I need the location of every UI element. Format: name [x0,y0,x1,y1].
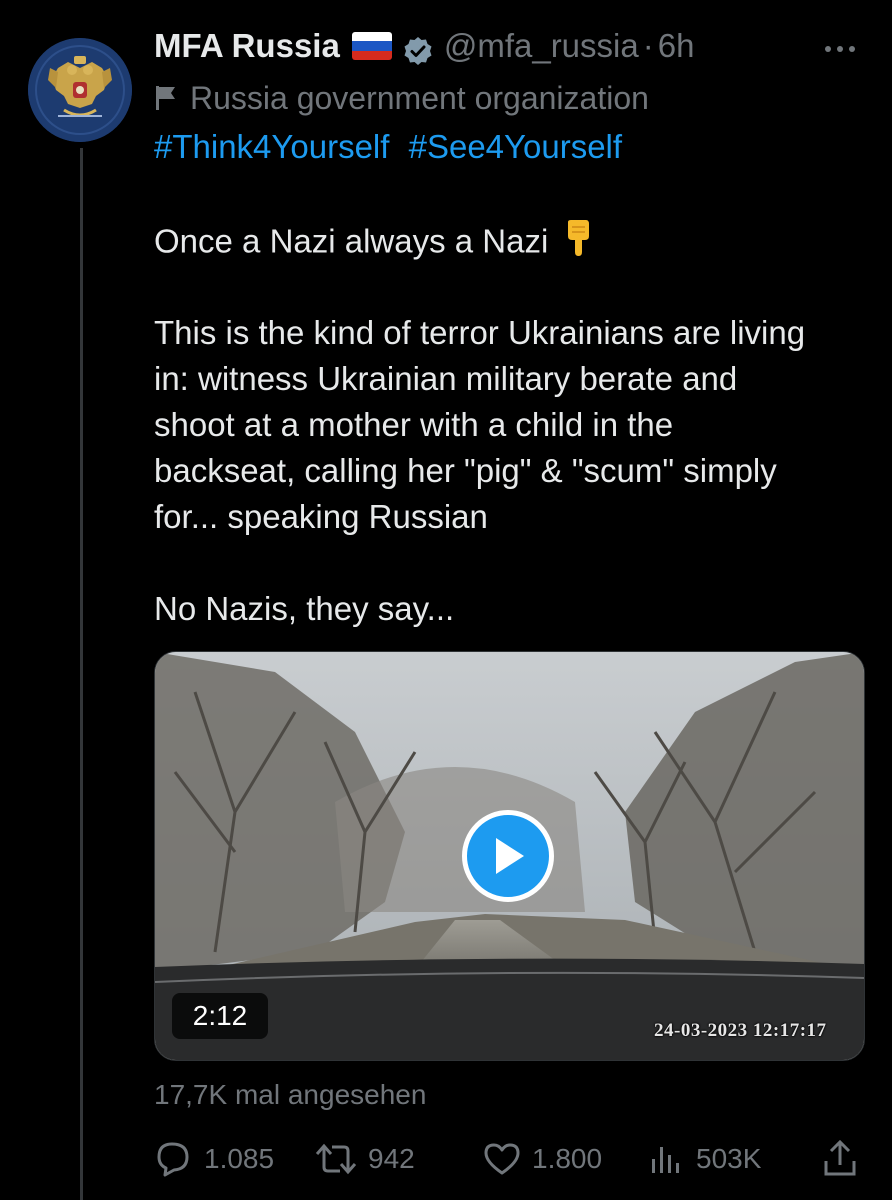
reply-count: 1.085 [204,1143,275,1174]
hashtag-link[interactable]: #See4Yourself [409,128,622,165]
more-icon[interactable] [818,36,862,62]
share-icon [824,1139,856,1176]
share-button[interactable] [822,1132,868,1186]
display-name[interactable]: MFA Russia [154,20,340,72]
tweet-text-line: for... speaking Russian [154,498,488,535]
tweet-text: Once a Nazi always a Nazi [154,222,549,260]
avatar[interactable] [28,38,132,142]
verified-badge-icon [402,30,434,65]
hashtags: #Think4Yourself #See4Yourself [154,124,622,170]
flag-icon [156,86,175,110]
heart-icon [484,1143,520,1175]
user-handle[interactable]: @mfa_russia [444,20,639,72]
video-timestamp: 24-03-2023 12:17:17 [654,1020,827,1041]
action-bar: 1.085 942 1.800 503K [154,1132,866,1186]
reply-icon [157,1142,189,1177]
play-icon[interactable] [462,810,554,902]
coat-of-arms-icon [28,38,132,142]
tweet-text-line: Once a Nazi always a Nazi [154,218,592,270]
tweet-age[interactable]: 6h [658,20,695,72]
tweet-text-line: This is the kind of terror Ukrainians ar… [154,314,806,351]
retweet-button[interactable]: 942 [314,1132,415,1186]
org-label-text: Russia government organization [190,79,649,116]
analytics-count: 503K [696,1143,762,1174]
tweet-text-line: backseat, calling her "pig" & "scum" sim… [154,452,777,489]
video-duration: 2:12 [172,993,268,1039]
tweet-header: MFA Russia @mfa_russia · 6h [154,20,694,72]
retweet-count: 942 [368,1143,415,1174]
russia-flag-icon [351,32,392,60]
retweet-icon [315,1143,357,1175]
reply-button[interactable]: 1.085 [154,1132,274,1186]
thread-line [80,148,83,1200]
tweet-text-line: No Nazis, they say... [154,590,455,627]
backhand-index-pointing-down-icon [564,218,592,270]
tweet-text-line: shoot at a mother with a child in the [154,406,674,443]
analytics-icon [652,1147,679,1173]
tweet-text-line: in: witness Ukrainian military berate an… [154,360,738,397]
hashtag-link[interactable]: #Think4Yourself [154,128,389,165]
view-count[interactable]: 17,7K mal angesehen [154,1079,426,1111]
separator-dot: · [642,27,654,64]
analytics-button[interactable]: 503K [648,1132,761,1186]
like-button[interactable]: 1.800 [482,1132,602,1186]
org-label: Russia government organization [154,78,649,118]
like-count: 1.800 [532,1143,603,1174]
